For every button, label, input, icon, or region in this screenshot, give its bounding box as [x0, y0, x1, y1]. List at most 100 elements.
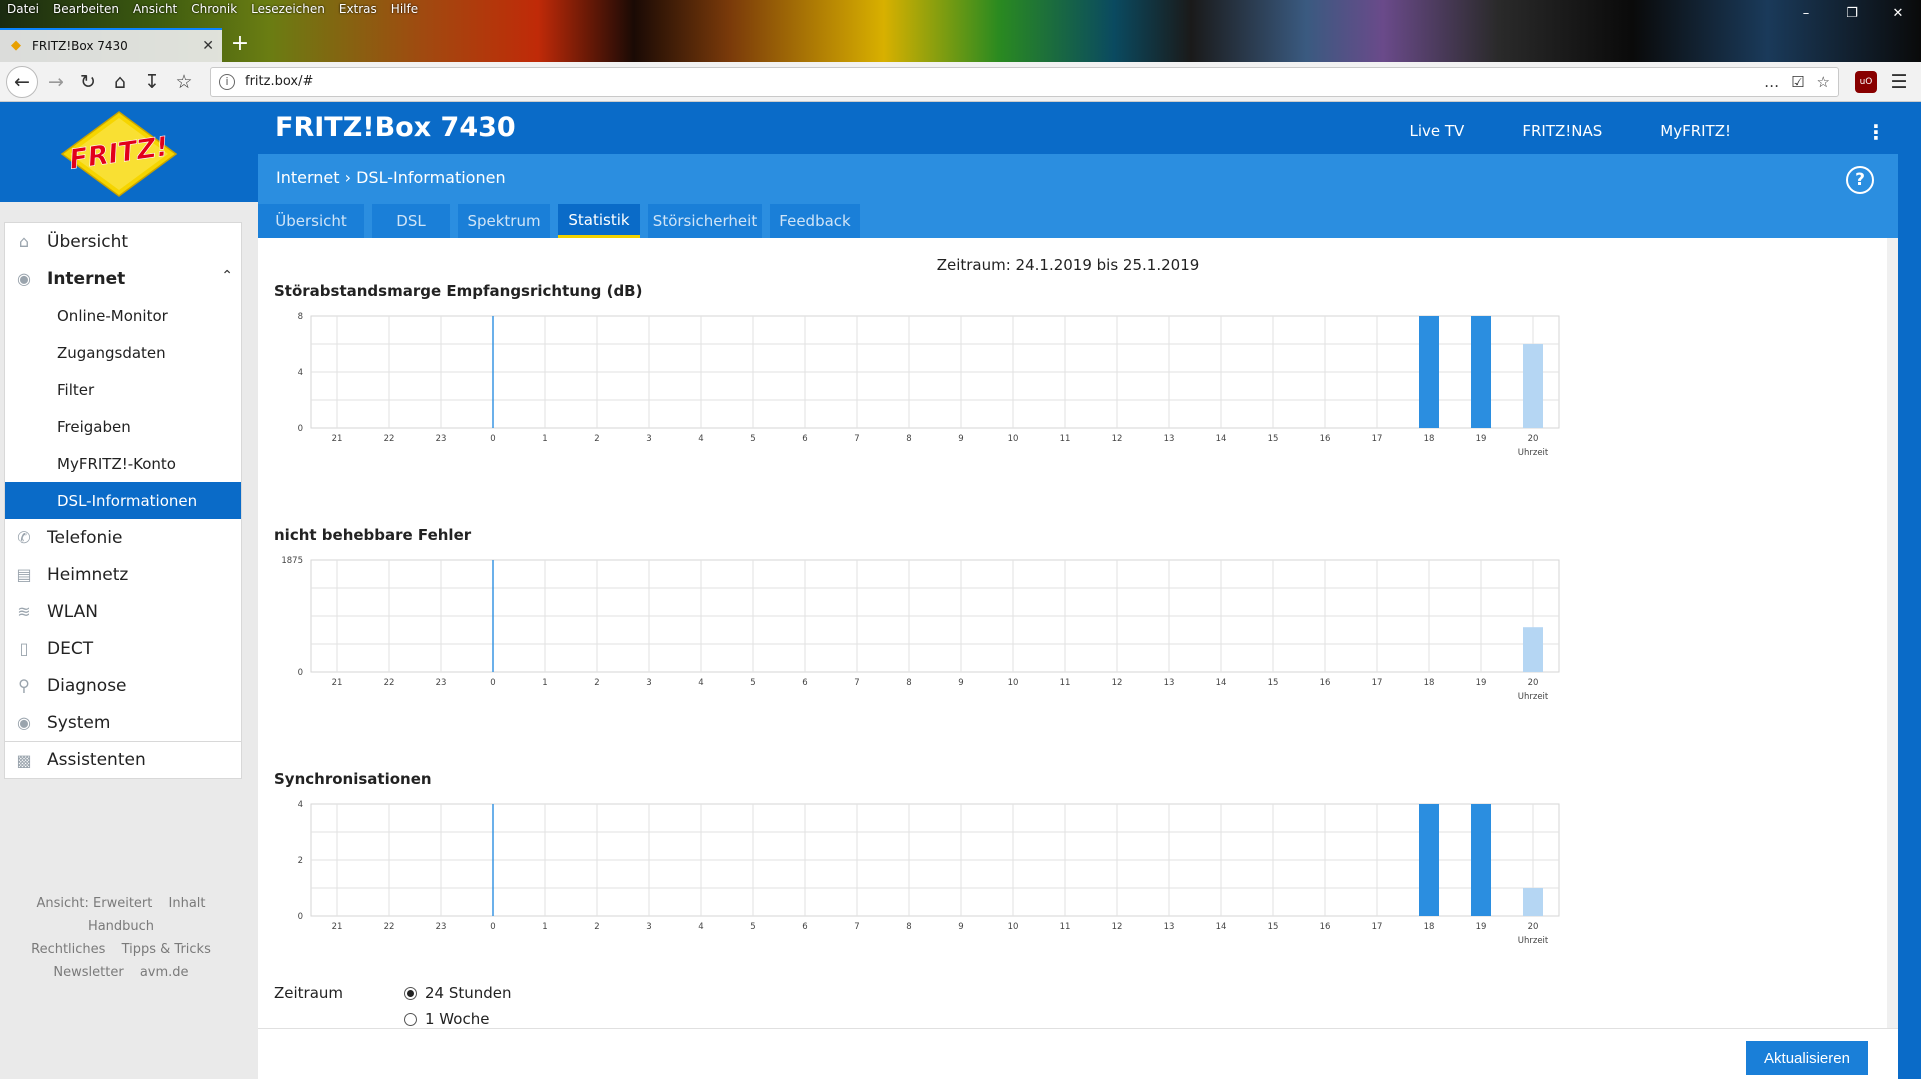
- close-tab-icon[interactable]: ✕: [202, 38, 214, 54]
- x-tick-label: 17: [1372, 922, 1383, 932]
- radio-24h[interactable]: [404, 986, 417, 1000]
- footer-inhalt[interactable]: Inhalt: [169, 896, 206, 911]
- tab-statistik[interactable]: Statistik: [558, 204, 640, 238]
- sidebar-item-dect[interactable]: ▯ DECT: [5, 630, 241, 667]
- footer-avm[interactable]: avm.de: [140, 965, 189, 980]
- x-tick-label: 2: [594, 678, 599, 688]
- content-scrollbar[interactable]: [1887, 238, 1898, 1028]
- tab-stoersicherheit[interactable]: Störsicherheit: [648, 204, 762, 238]
- browser-menubar: Datei Bearbeiten Ansicht Chronik Lesezei…: [0, 0, 425, 20]
- x-tick-label: 13: [1164, 922, 1175, 932]
- sidebar-sub-dsl-informationen[interactable]: DSL-Informationen: [5, 482, 241, 519]
- menu-lesezeichen[interactable]: Lesezeichen: [244, 0, 332, 20]
- sidebar-item-uebersicht[interactable]: ⌂ Übersicht: [5, 223, 241, 260]
- maximize-icon[interactable]: ❐: [1829, 0, 1875, 28]
- x-tick-label: 4: [698, 678, 703, 688]
- sidebar-sub-zugangsdaten[interactable]: Zugangsdaten: [5, 334, 241, 371]
- footer-rechtliches[interactable]: Rechtliches: [31, 942, 105, 957]
- sidebar-item-system[interactable]: ◉ System: [5, 704, 241, 741]
- menu-hilfe[interactable]: Hilfe: [384, 0, 425, 20]
- x-tick-label: 2: [594, 922, 599, 932]
- menu-extras[interactable]: Extras: [332, 0, 384, 20]
- x-tick-label: 11: [1060, 434, 1071, 444]
- breadcrumb-internet[interactable]: Internet: [276, 168, 340, 187]
- menu-datei[interactable]: Datei: [0, 0, 46, 20]
- option-1w[interactable]: 1 Woche: [404, 1010, 489, 1028]
- url-bar[interactable]: i fritz.box/# … ☑ ☆: [210, 66, 1839, 97]
- sidebar-sub-filter[interactable]: Filter: [5, 371, 241, 408]
- x-tick-label: 18: [1424, 434, 1435, 444]
- sidebar-item-internet[interactable]: ◉ Internet ⌃: [5, 260, 241, 297]
- footer-newsletter[interactable]: Newsletter: [53, 965, 123, 980]
- refresh-button[interactable]: Aktualisieren: [1746, 1041, 1868, 1075]
- close-window-icon[interactable]: ✕: [1875, 0, 1921, 28]
- radio-1w[interactable]: [404, 1012, 417, 1026]
- forward-icon[interactable]: →: [40, 66, 72, 98]
- x-tick-label: 3: [646, 678, 651, 688]
- footer-ansicht[interactable]: Ansicht: Erweitert: [37, 896, 153, 911]
- nav-myfritz[interactable]: MyFRITZ!: [1660, 122, 1731, 140]
- sub-header: Internet › DSL-Informationen ? Übersicht…: [258, 154, 1898, 238]
- bookmark-star-icon[interactable]: ☆: [168, 66, 200, 98]
- chart-bar: [1523, 627, 1543, 672]
- x-tick-label: 3: [646, 434, 651, 444]
- browser-tab[interactable]: ◆ FRITZ!Box 7430 ✕: [0, 28, 222, 62]
- x-tick-label: 5: [750, 434, 755, 444]
- bookmark-page-icon[interactable]: ☆: [1817, 73, 1830, 91]
- option-24h-label: 24 Stunden: [425, 984, 512, 1002]
- chart-bar: [1471, 804, 1491, 916]
- tab-bar: Übersicht DSL Spektrum Statistik Störsic…: [258, 204, 868, 238]
- tab-feedback[interactable]: Feedback: [770, 204, 860, 238]
- footer-tipps[interactable]: Tipps & Tricks: [122, 942, 211, 957]
- x-tick-label: 10: [1008, 678, 1019, 688]
- sidebar-item-assistenten[interactable]: ▩ Assistenten: [5, 741, 241, 778]
- sidebar-item-diagnose[interactable]: ⚲ Diagnose: [5, 667, 241, 704]
- url-text[interactable]: fritz.box/#: [245, 74, 1752, 89]
- sidebar-item-label: DECT: [47, 638, 94, 659]
- footer-handbuch[interactable]: Handbuch: [88, 919, 154, 934]
- chart-title: nicht behebbare Fehler: [274, 526, 472, 544]
- sidebar-item-label: Diagnose: [47, 675, 127, 696]
- browser-tabstrip: ◆ FRITZ!Box 7430 ✕ +: [0, 28, 258, 62]
- sidebar-item-wlan[interactable]: ≋ WLAN: [5, 593, 241, 630]
- menu-ansicht[interactable]: Ansicht: [126, 0, 184, 20]
- new-tab-icon[interactable]: +: [222, 28, 258, 62]
- sidebar-sub-myfritz-konto[interactable]: MyFRITZ!-Konto: [5, 445, 241, 482]
- menu-bearbeiten[interactable]: Bearbeiten: [46, 0, 126, 20]
- option-24h[interactable]: 24 Stunden: [404, 984, 512, 1002]
- x-tick-label: 23: [436, 922, 447, 932]
- chevron-up-icon[interactable]: ⌃: [221, 268, 233, 284]
- pocket-icon[interactable]: ☑: [1791, 73, 1804, 91]
- nav-live-tv[interactable]: Live TV: [1409, 122, 1464, 140]
- x-tick-label: 12: [1112, 434, 1123, 444]
- fritz-logo-icon[interactable]: FRITZ!: [60, 110, 178, 198]
- hamburger-menu-icon[interactable]: ☰: [1883, 66, 1915, 98]
- logo-area: FRITZ!: [0, 102, 258, 202]
- x-tick-label: 23: [436, 434, 447, 444]
- reload-icon[interactable]: ↻: [72, 66, 104, 98]
- ublock-icon[interactable]: uO: [1855, 70, 1877, 93]
- option-1w-label: 1 Woche: [425, 1010, 490, 1028]
- site-info-icon[interactable]: i: [219, 73, 235, 90]
- back-icon[interactable]: ←: [6, 65, 38, 98]
- more-menu-icon[interactable]: ⋮: [1866, 120, 1886, 144]
- download-icon[interactable]: ↧: [136, 66, 168, 98]
- x-axis-label: Uhrzeit: [1518, 448, 1549, 458]
- x-tick-label: 21: [332, 434, 343, 444]
- sidebar-item-telefonie[interactable]: ✆ Telefonie: [5, 519, 241, 556]
- tab-uebersicht[interactable]: Übersicht: [258, 204, 364, 238]
- sidebar-item-label: Telefonie: [47, 527, 123, 548]
- sidebar-item-heimnetz[interactable]: ▤ Heimnetz: [5, 556, 241, 593]
- tab-spektrum[interactable]: Spektrum: [458, 204, 550, 238]
- y-tick-label: 0: [298, 668, 303, 678]
- sidebar-sub-online-monitor[interactable]: Online-Monitor: [5, 297, 241, 334]
- sidebar-sub-freigaben[interactable]: Freigaben: [5, 408, 241, 445]
- chart-bar: [1419, 316, 1439, 428]
- nav-fritz-nas[interactable]: FRITZ!NAS: [1522, 122, 1602, 140]
- help-icon[interactable]: ?: [1846, 166, 1874, 194]
- tab-dsl[interactable]: DSL: [372, 204, 450, 238]
- menu-chronik[interactable]: Chronik: [184, 0, 244, 20]
- home-browser-icon[interactable]: ⌂: [104, 66, 136, 98]
- page-actions-icon[interactable]: …: [1764, 73, 1779, 91]
- minimize-icon[interactable]: –: [1783, 0, 1829, 28]
